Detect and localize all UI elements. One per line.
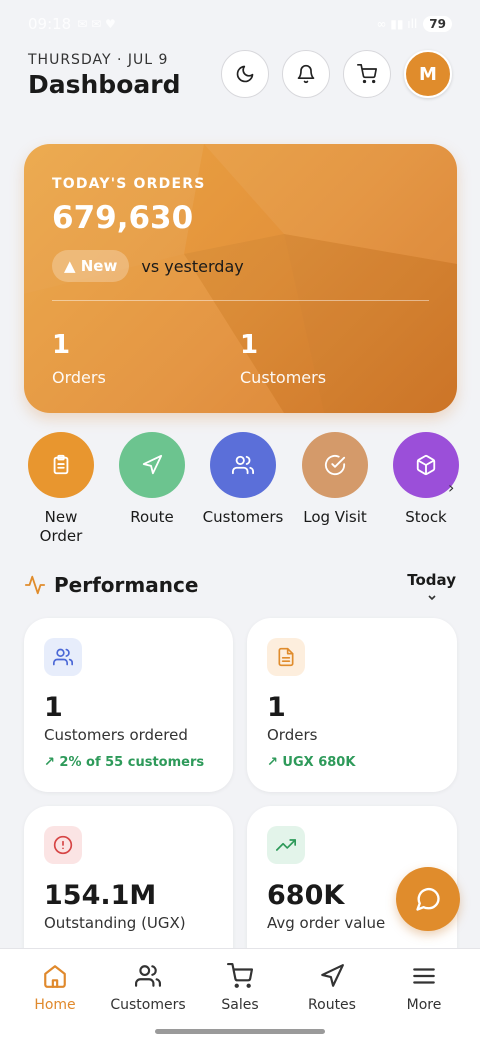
header: THURSDAY · JUL 9 Dashboard M: [28, 50, 452, 102]
document-icon: [267, 638, 305, 676]
orders-label: Orders: [267, 726, 318, 744]
orders-trend: ↗ UGX 680K: [267, 755, 355, 770]
stock-label: Stock: [405, 508, 447, 526]
orders-card[interactable]: 1 Orders ↗ UGX 680K: [247, 618, 457, 792]
new-badge: ▲ New: [52, 250, 130, 282]
customers-ordered-card[interactable]: 1 Customers ordered ↗ 2% of 55 customers: [24, 618, 233, 792]
cart-icon: [227, 963, 253, 988]
check-circle-icon: [302, 432, 368, 498]
route-label: Route: [130, 508, 174, 526]
customers-ordered-trend: ↗ 2% of 55 customers: [44, 755, 204, 770]
bottom-nav: Home Customers Sales Routes More: [0, 948, 480, 1040]
nav-more-label: More: [406, 997, 442, 1013]
orders-label: TODAY'S ORDERS: [52, 176, 206, 192]
home-indicator[interactable]: [155, 1029, 325, 1034]
comparison-label: vs yesterday: [141, 256, 244, 276]
outstanding-value: 154.1M: [44, 880, 157, 911]
users-icon: [135, 965, 162, 987]
nav-sales-label: Sales: [221, 997, 259, 1013]
status-time: 09:18: [28, 15, 72, 33]
quick-actions: New Order Route Customers Log Visit Stoc…: [28, 432, 480, 547]
nav-sales[interactable]: Sales: [192, 963, 288, 1013]
theme-toggle-button[interactable]: [221, 50, 269, 98]
cart-icon: [357, 64, 377, 84]
customers-stat-label: Customers: [240, 368, 327, 387]
clipboard-icon: [28, 432, 94, 498]
todays-orders-card[interactable]: TODAY'S ORDERS 679,630 ▲ New vs yesterda…: [24, 144, 457, 413]
nav-customers[interactable]: Customers: [100, 963, 196, 1013]
hero-content: TODAY'S ORDERS 679,630 ▲ New vs yesterda…: [52, 176, 429, 282]
comparison-row: ▲ New vs yesterday: [52, 250, 429, 282]
activity-icon: [24, 575, 46, 595]
performance-header: Performance Today: [24, 571, 460, 601]
orders-value: 1: [267, 692, 286, 723]
chevron-down-icon: [428, 595, 436, 601]
alert-circle-icon: [44, 826, 82, 864]
chat-button[interactable]: [396, 867, 460, 931]
customers-label: Customers: [202, 508, 284, 526]
route-action[interactable]: Route: [102, 432, 202, 527]
signal-icon: ∞ ▮▮ ıll: [376, 17, 418, 31]
nav-more[interactable]: More: [376, 963, 472, 1013]
outstanding-label: Outstanding (UGX): [44, 914, 186, 932]
home-icon: [44, 965, 66, 988]
nav-home-label: Home: [34, 997, 76, 1013]
period-label: Today: [407, 571, 456, 589]
nav-customers-label: Customers: [110, 997, 186, 1013]
navigation-icon: [321, 964, 344, 987]
orders-stat: 1 Orders: [52, 330, 106, 387]
message-circle-icon: [416, 887, 440, 911]
nav-home[interactable]: Home: [7, 963, 103, 1013]
header-actions: M: [221, 50, 452, 98]
log-visit-action[interactable]: Log Visit: [285, 432, 385, 527]
notification-icons: ✉ ✉ ♥: [77, 17, 116, 31]
moon-icon: [236, 65, 254, 83]
customers-count: 1: [240, 330, 259, 360]
trending-up-icon: ↗: [267, 755, 283, 770]
status-bar: 09:18 ✉ ✉ ♥ ∞ ▮▮ ıll 79: [0, 0, 480, 48]
avatar[interactable]: M: [404, 50, 452, 98]
performance-title: Performance: [54, 573, 199, 597]
bell-icon: [297, 64, 315, 84]
new-order-action[interactable]: New Order: [28, 432, 111, 546]
period-selector[interactable]: Today: [407, 571, 456, 607]
cart-button[interactable]: [343, 50, 391, 98]
menu-icon: [413, 968, 435, 984]
chevron-right-icon[interactable]: ›: [448, 478, 454, 497]
users-icon: [44, 638, 82, 676]
orders-sub: UGX 680K: [282, 755, 356, 770]
orders-value: 679,630: [52, 200, 194, 236]
log-visit-label: Log Visit: [303, 508, 367, 526]
new-order-label: New Order: [39, 508, 83, 545]
navigation-icon: [119, 432, 185, 498]
users-icon: [210, 432, 276, 498]
customers-ordered-sub: 2% of 55 customers: [59, 755, 205, 770]
nav-routes[interactable]: Routes: [284, 963, 380, 1013]
battery-indicator: 79: [423, 16, 452, 32]
orders-count: 1: [52, 330, 71, 360]
notifications-button[interactable]: [282, 50, 330, 98]
nav-routes-label: Routes: [308, 997, 356, 1013]
orders-stat-label: Orders: [52, 368, 106, 387]
customers-ordered-value: 1: [44, 692, 63, 723]
trending-up-icon: [267, 826, 305, 864]
avg-order-value: 680K: [267, 880, 345, 911]
divider: [52, 300, 429, 301]
trending-up-icon: ↗: [44, 755, 60, 770]
customers-action[interactable]: Customers: [193, 432, 293, 527]
customers-stat: 1 Customers: [240, 330, 326, 387]
avg-order-label: Avg order value: [267, 914, 386, 932]
customers-ordered-label: Customers ordered: [44, 726, 188, 744]
stock-action[interactable]: Stock: [376, 432, 476, 527]
